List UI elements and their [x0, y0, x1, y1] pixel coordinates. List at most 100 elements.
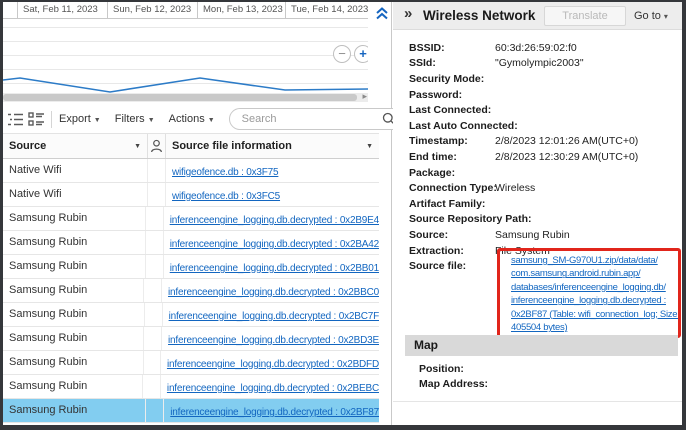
table-row[interactable]: Native Wifi wifigeofence.db : 0x3FC5 — [3, 183, 379, 207]
source-file-link[interactable]: wifigeofence.db : 0x3F75 — [172, 167, 278, 178]
list-view-icon[interactable] — [7, 112, 24, 127]
section-divider — [393, 401, 682, 402]
person-cell — [146, 255, 164, 278]
table-row[interactable]: Samsung Rubin inferenceengine_logging.db… — [3, 399, 379, 423]
detail-field-label: Connection Type: — [393, 182, 495, 194]
detail-field-row: Source Repository Path: — [393, 212, 682, 228]
translate-button[interactable]: Translate — [544, 6, 626, 26]
source-file-link-line[interactable]: com.samsung.android.rubin.app/ — [511, 267, 679, 280]
source-file-cell: wifigeofence.db : 0x3FC5 — [166, 183, 379, 206]
goto-button[interactable]: Go to▾ — [634, 2, 668, 31]
source-file-link[interactable]: inferenceengine_logging.db.decrypted : 0… — [169, 311, 379, 322]
detail-field-row: Artifact Family: — [393, 196, 682, 212]
double-chevron-up-icon — [374, 5, 390, 21]
detail-field-label: Artifact Family: — [393, 198, 495, 210]
source-cell: Samsung Rubin — [3, 351, 144, 374]
zoom-in-button[interactable]: + — [354, 45, 368, 63]
detail-field-row: End time: 2/8/2023 12:30:29 AM(UTC+0) — [393, 149, 682, 165]
export-label: Export — [59, 113, 91, 125]
person-cell — [146, 207, 164, 230]
caret-down-icon[interactable]: ▼ — [366, 143, 373, 150]
person-cell — [143, 375, 160, 398]
source-file-link[interactable]: inferenceengine_logging.db.decrypted : 0… — [167, 359, 379, 370]
scrollbar-thumb[interactable] — [3, 94, 357, 101]
person-cell — [145, 303, 163, 326]
detail-field-row: Connection Type: Wireless — [393, 180, 682, 196]
map-fields: Position: Map Address: — [393, 361, 682, 392]
caret-down-icon[interactable]: ▼ — [134, 143, 141, 150]
actions-label: Actions — [169, 113, 205, 125]
details-panel: » Wireless Network Translate Go to▾ BSSI… — [393, 2, 682, 425]
source-file-link-line[interactable]: inferenceengine_logging.db.decrypted : — [511, 294, 679, 307]
table-header: Source ▼ Source file information ▼ — [3, 133, 379, 159]
filters-button[interactable]: Filters▼ — [115, 113, 155, 125]
person-icon — [150, 139, 163, 153]
person-cell — [144, 327, 162, 350]
table-row[interactable]: Samsung Rubin inferenceengine_logging.db… — [3, 351, 379, 375]
search-box — [229, 108, 405, 130]
detail-field-row: Password: — [393, 87, 682, 103]
person-cell — [146, 399, 164, 422]
timeline-date-spacer — [3, 2, 17, 18]
source-cell: Samsung Rubin — [3, 375, 143, 398]
source-cell: Native Wifi — [3, 183, 148, 206]
table-row[interactable]: Samsung Rubin inferenceengine_logging.db… — [3, 279, 379, 303]
detail-field-label: Timestamp: — [393, 135, 495, 147]
source-file-link[interactable]: samsung_SM-G970U1.zip/data/data/ com.sam… — [511, 254, 679, 334]
source-file-cell: inferenceengine_logging.db.decrypted : 0… — [161, 351, 379, 374]
source-file-link[interactable]: inferenceengine_logging.db.decrypted : 0… — [170, 263, 379, 274]
source-file-link-line[interactable]: 405504 bytes) — [511, 321, 679, 334]
detail-field-label: Last Auto Connected: — [393, 120, 495, 132]
table-row[interactable]: Samsung Rubin inferenceengine_logging.db… — [3, 231, 379, 255]
timeline-date-label: Sun, Feb 12, 2023 — [107, 2, 197, 18]
table-row[interactable]: Samsung Rubin inferenceengine_logging.db… — [3, 303, 379, 327]
source-column-label: Source — [9, 140, 46, 152]
source-file-link-line[interactable]: 0x2BF87 (Table: wifi_connection_log; Siz… — [511, 308, 679, 321]
details-view-icon[interactable] — [28, 112, 45, 127]
collapse-timeline-button[interactable] — [374, 5, 390, 21]
detail-field-label: BSSID: — [393, 42, 495, 54]
source-file-link[interactable]: inferenceengine_logging.db.decrypted : 0… — [168, 335, 379, 346]
source-file-link[interactable]: wifigeofence.db : 0x3FC5 — [172, 191, 280, 202]
zoom-out-button[interactable]: − — [333, 45, 351, 63]
source-file-link[interactable]: inferenceengine_logging.db.decrypted : 0… — [168, 287, 379, 298]
source-file-link[interactable]: inferenceengine_logging.db.decrypted : 0… — [170, 239, 379, 250]
source-file-link-line[interactable]: databases/inferenceengine_logging.db/ — [511, 281, 679, 294]
column-header-source-file-information[interactable]: Source file information ▼ — [166, 134, 379, 158]
details-fields: BSSID: 60:3d:26:59:02:f0 SSId: "Gymolymp… — [393, 40, 682, 274]
map-section-title: Map — [405, 335, 678, 356]
search-input[interactable] — [240, 110, 380, 128]
map-section-header: Map — [405, 335, 678, 356]
table-row[interactable]: Native Wifi wifigeofence.db : 0x3F75 — [3, 159, 379, 183]
source-cell: Samsung Rubin — [3, 279, 144, 302]
detail-field-value: 60:3d:26:59:02:f0 — [495, 42, 682, 54]
table-row[interactable]: Samsung Rubin inferenceengine_logging.db… — [3, 375, 379, 399]
source-file-link[interactable]: inferenceengine_logging.db.decrypted : 0… — [170, 215, 379, 226]
actions-button[interactable]: Actions▼ — [169, 113, 215, 125]
table-row[interactable]: Samsung Rubin inferenceengine_logging.db… — [3, 327, 379, 351]
table-row[interactable]: Samsung Rubin inferenceengine_logging.db… — [3, 255, 379, 279]
source-cell: Samsung Rubin — [3, 399, 146, 422]
table-body: Native Wifi wifigeofence.db : 0x3F75 Nat… — [3, 159, 379, 423]
person-cell — [148, 159, 166, 182]
source-file-link-line[interactable]: samsung_SM-G970U1.zip/data/data/ — [511, 254, 679, 267]
expand-panel-icon[interactable]: » — [404, 5, 412, 22]
export-button[interactable]: Export▼ — [59, 113, 101, 125]
source-cell: Samsung Rubin — [3, 327, 144, 350]
source-file-cell: inferenceengine_logging.db.decrypted : 0… — [164, 231, 379, 254]
person-cell — [146, 231, 164, 254]
source-file-link[interactable]: inferenceengine_logging.db.decrypted : 0… — [167, 383, 379, 394]
source-cell: Samsung Rubin — [3, 231, 146, 254]
detail-field-label: Package: — [393, 167, 495, 179]
scrollbar-arrow-icon[interactable]: ▸ — [362, 91, 367, 102]
map-field-label: Position: — [393, 363, 503, 375]
horizontal-scrollbar[interactable]: ▸ — [3, 93, 368, 102]
detail-field-label: SSId: — [393, 57, 495, 69]
detail-field-row: Package: — [393, 165, 682, 181]
timeline-date-header: Sat, Feb 11, 2023 Sun, Feb 12, 2023 Mon,… — [3, 2, 368, 19]
detail-field-row: SSId: "Gymolympic2003" — [393, 56, 682, 72]
column-header-examiner[interactable] — [148, 134, 166, 158]
column-header-source[interactable]: Source ▼ — [3, 134, 148, 158]
source-file-link[interactable]: inferenceengine_logging.db.decrypted : 0… — [170, 407, 379, 418]
table-row[interactable]: Samsung Rubin inferenceengine_logging.db… — [3, 207, 379, 231]
